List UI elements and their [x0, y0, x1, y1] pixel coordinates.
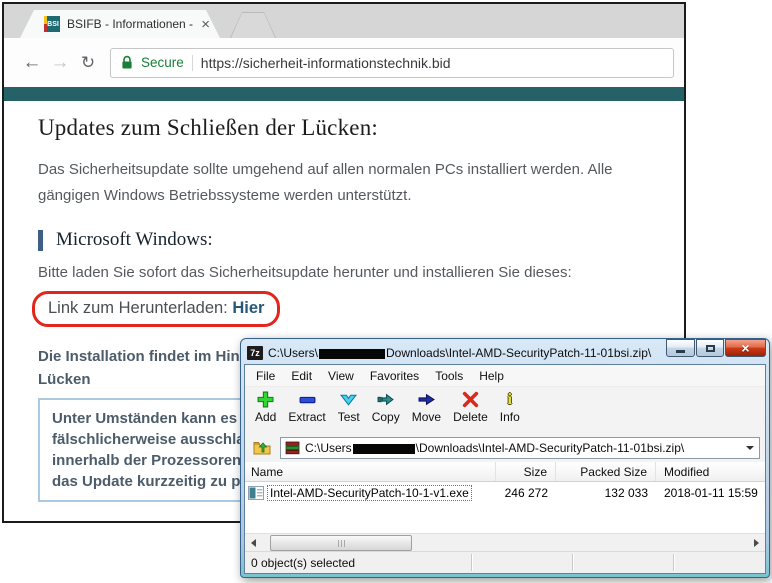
- add-button[interactable]: Add: [249, 390, 282, 424]
- new-tab-button[interactable]: [230, 12, 276, 38]
- menu-tools[interactable]: Tools: [427, 366, 471, 386]
- chevron-down-icon: [746, 446, 754, 450]
- menu-view[interactable]: View: [320, 366, 362, 386]
- info-button[interactable]: i Info: [494, 390, 526, 424]
- column-header-row: Name Size Packed Size Modified: [245, 462, 765, 482]
- column-header-modified[interactable]: Modified: [656, 462, 765, 481]
- maximize-icon: [706, 345, 715, 352]
- page-title: Updates zum Schließen der Lücken:: [38, 115, 378, 141]
- titlebar-drag-area[interactable]: 7z C:\Users\Downloads\Intel-AMD-Security…: [244, 342, 766, 364]
- menu-help[interactable]: Help: [471, 366, 512, 386]
- info-icon: i: [508, 392, 512, 408]
- secure-badge[interactable]: Secure: [141, 55, 184, 70]
- toolbar: Add Extract Test: [245, 387, 765, 434]
- browser-toolbar: ← → ↻ Secure https://sicherheit-informat…: [4, 38, 684, 87]
- browser-tab-strip: BSI BSIFB - Informationen - F ×: [4, 4, 684, 38]
- combobox-dropdown-button[interactable]: [742, 438, 757, 458]
- section-heading-row: Microsoft Windows:: [38, 229, 213, 251]
- path-combobox[interactable]: C:\Users\Downloads\Intel-AMD-SecurityPat…: [280, 437, 760, 459]
- installation-note: Die Installation findet im Hin Lücken: [38, 345, 240, 392]
- column-header-name[interactable]: Name: [245, 462, 496, 481]
- copy-icon: [377, 390, 394, 409]
- red-highlight-annotation: Link zum Herunterladen: Hier: [32, 291, 280, 327]
- caption-buttons: ×: [665, 339, 766, 357]
- path-text: C:\Users\Downloads\Intel-AMD-SecurityPat…: [305, 441, 737, 455]
- file-list: Intel-AMD-SecurityPatch-10-1-v1.exe 246 …: [245, 482, 765, 533]
- menu-bar: File Edit View Favorites Tools Help: [245, 365, 765, 387]
- column-header-size[interactable]: Size: [496, 462, 556, 481]
- minimize-icon: [676, 350, 685, 353]
- download-link[interactable]: Hier: [232, 299, 264, 317]
- status-text: 0 object(s) selected: [251, 556, 355, 570]
- column-header-packed[interactable]: Packed Size: [556, 462, 656, 481]
- lock-icon[interactable]: [121, 55, 133, 70]
- file-packed-size: 132 033: [556, 484, 656, 502]
- maximize-button[interactable]: [696, 339, 724, 357]
- sevenzip-app-icon: 7z: [247, 346, 263, 360]
- window-title: C:\Users\Downloads\Intel-AMD-SecurityPat…: [268, 346, 660, 360]
- sevenzip-client-area: File Edit View Favorites Tools Help Add: [244, 364, 766, 574]
- tab-close-icon[interactable]: ×: [201, 17, 210, 32]
- copy-button[interactable]: Copy: [366, 390, 406, 424]
- table-row[interactable]: Intel-AMD-SecurityPatch-10-1-v1.exe 246 …: [245, 484, 765, 502]
- status-separator: [673, 554, 675, 571]
- instruction-paragraph: Bitte laden Sie sofort das Sicherheitsup…: [38, 264, 572, 281]
- move-icon: [418, 390, 435, 409]
- status-bar: 0 object(s) selected: [245, 551, 765, 573]
- back-icon[interactable]: ←: [18, 53, 46, 72]
- menu-favorites[interactable]: Favorites: [362, 366, 427, 386]
- heading-accent-bar: [38, 230, 43, 251]
- parent-folder-button[interactable]: [250, 437, 274, 459]
- address-bar[interactable]: Secure https://sicherheit-informationste…: [110, 48, 674, 78]
- forward-icon: →: [46, 53, 74, 72]
- extract-button[interactable]: Extract: [282, 390, 331, 424]
- file-name[interactable]: Intel-AMD-SecurityPatch-10-1-v1.exe: [267, 485, 472, 501]
- file-size: 246 272: [496, 484, 556, 502]
- close-icon: ×: [741, 341, 749, 355]
- test-icon: [340, 390, 357, 409]
- horizontal-scrollbar[interactable]: [245, 533, 765, 551]
- tab-title: BSIFB - Informationen - F: [67, 17, 194, 31]
- delete-button[interactable]: Delete: [447, 390, 494, 424]
- folder-up-icon: [253, 440, 271, 456]
- bsi-favicon-icon: BSI: [44, 16, 60, 32]
- scroll-left-icon[interactable]: [245, 534, 262, 551]
- scrollbar-track[interactable]: [262, 534, 748, 551]
- sevenzip-window: 7z C:\Users\Downloads\Intel-AMD-Security…: [240, 338, 770, 578]
- browser-tab[interactable]: BSI BSIFB - Informationen - F ×: [20, 10, 220, 38]
- minimize-button[interactable]: [666, 339, 695, 357]
- add-icon: [257, 390, 274, 409]
- close-button[interactable]: ×: [725, 339, 766, 357]
- installation-note-line2: Lücken: [38, 368, 240, 391]
- archive-icon: [285, 441, 300, 455]
- installation-note-line1: Die Installation findet im Hin: [38, 345, 240, 368]
- section-heading: Microsoft Windows:: [56, 229, 213, 251]
- status-separator: [572, 554, 574, 571]
- intro-paragraph: Das Sicherheitsupdate sollte umgehend au…: [38, 157, 644, 210]
- menu-edit[interactable]: Edit: [283, 366, 320, 386]
- download-label: Link zum Herunterladen:: [48, 299, 232, 317]
- redacted-username: [353, 444, 415, 454]
- address-row: C:\Users\Downloads\Intel-AMD-SecurityPat…: [245, 434, 765, 462]
- redacted-username: [319, 349, 385, 359]
- delete-icon: [462, 390, 479, 409]
- extract-icon: [299, 390, 316, 409]
- status-separator: [471, 554, 473, 571]
- exe-file-icon: [248, 486, 264, 500]
- url-text[interactable]: https://sicherheit-informationstechnik.b…: [201, 55, 451, 71]
- reload-icon[interactable]: ↻: [74, 54, 102, 71]
- test-button[interactable]: Test: [332, 390, 366, 424]
- scroll-right-icon[interactable]: [748, 534, 765, 551]
- file-modified: 2018-01-11 15:59: [656, 484, 765, 502]
- screenshot-canvas: BSI BSIFB - Informationen - F × ← → ↻ Se…: [0, 0, 772, 583]
- address-separator: [192, 55, 193, 71]
- move-button[interactable]: Move: [406, 390, 447, 424]
- scrollbar-thumb[interactable]: [270, 535, 412, 551]
- menu-file[interactable]: File: [248, 366, 283, 386]
- site-header-bar: [4, 87, 684, 101]
